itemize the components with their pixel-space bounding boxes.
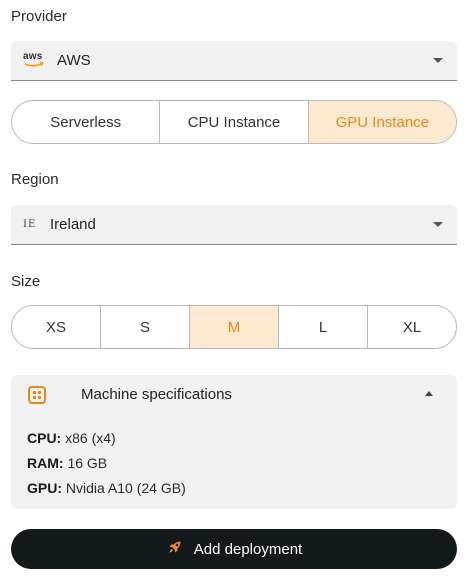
size-option-s[interactable]: S [101, 306, 190, 348]
spec-key: GPU: [27, 480, 62, 496]
region-label: Region [11, 171, 59, 188]
region-select[interactable]: IE Ireland [11, 205, 457, 245]
spec-value: 16 GB [67, 455, 108, 471]
chevron-down-icon [433, 222, 443, 227]
spec-value: x86 (x4) [65, 430, 116, 446]
size-option-xs[interactable]: XS [12, 306, 101, 348]
spec-key: RAM: [27, 455, 64, 471]
rocket-icon [166, 538, 184, 560]
spec-row-ram: RAM: 16 GB [27, 455, 107, 471]
size-label: Size [11, 273, 41, 290]
add-deployment-button[interactable]: Add deployment [11, 529, 457, 569]
region-code: IE [23, 219, 37, 230]
add-deployment-label: Add deployment [193, 540, 303, 558]
size-option-l[interactable]: L [279, 306, 368, 348]
instance-type-selector: Serverless CPU Instance GPU Instance [11, 100, 457, 144]
machine-specifications-panel: Machine specifications CPU: x86 (x4) RAM… [11, 375, 457, 509]
size-selector: XS S M L XL [11, 305, 457, 349]
spec-row-gpu: GPU: Nvidia A10 (24 GB) [27, 480, 186, 496]
chevron-down-icon [433, 58, 443, 63]
chevron-up-icon [425, 391, 433, 396]
region-value: Ireland [50, 216, 96, 233]
size-option-xl[interactable]: XL [368, 306, 456, 348]
spec-key: CPU: [27, 430, 62, 446]
size-option-m[interactable]: M [190, 306, 279, 348]
provider-select[interactable]: aws AWS [11, 41, 457, 81]
type-option-serverless[interactable]: Serverless [12, 101, 161, 143]
spec-value: Nvidia A10 (24 GB) [65, 480, 186, 496]
aws-logo-icon: aws [23, 51, 45, 68]
specs-title: Machine specifications [81, 386, 232, 403]
deployment-form: Provider aws AWS Serverless CPU Instance… [0, 0, 474, 578]
provider-label: Provider [11, 8, 67, 25]
chip-icon [27, 385, 47, 410]
type-option-gpu-instance[interactable]: GPU Instance [308, 101, 456, 143]
specs-header[interactable]: Machine specifications [11, 375, 457, 415]
provider-value: AWS [57, 52, 91, 69]
type-option-cpu-instance[interactable]: CPU Instance [160, 101, 309, 143]
spec-row-cpu: CPU: x86 (x4) [27, 430, 116, 446]
